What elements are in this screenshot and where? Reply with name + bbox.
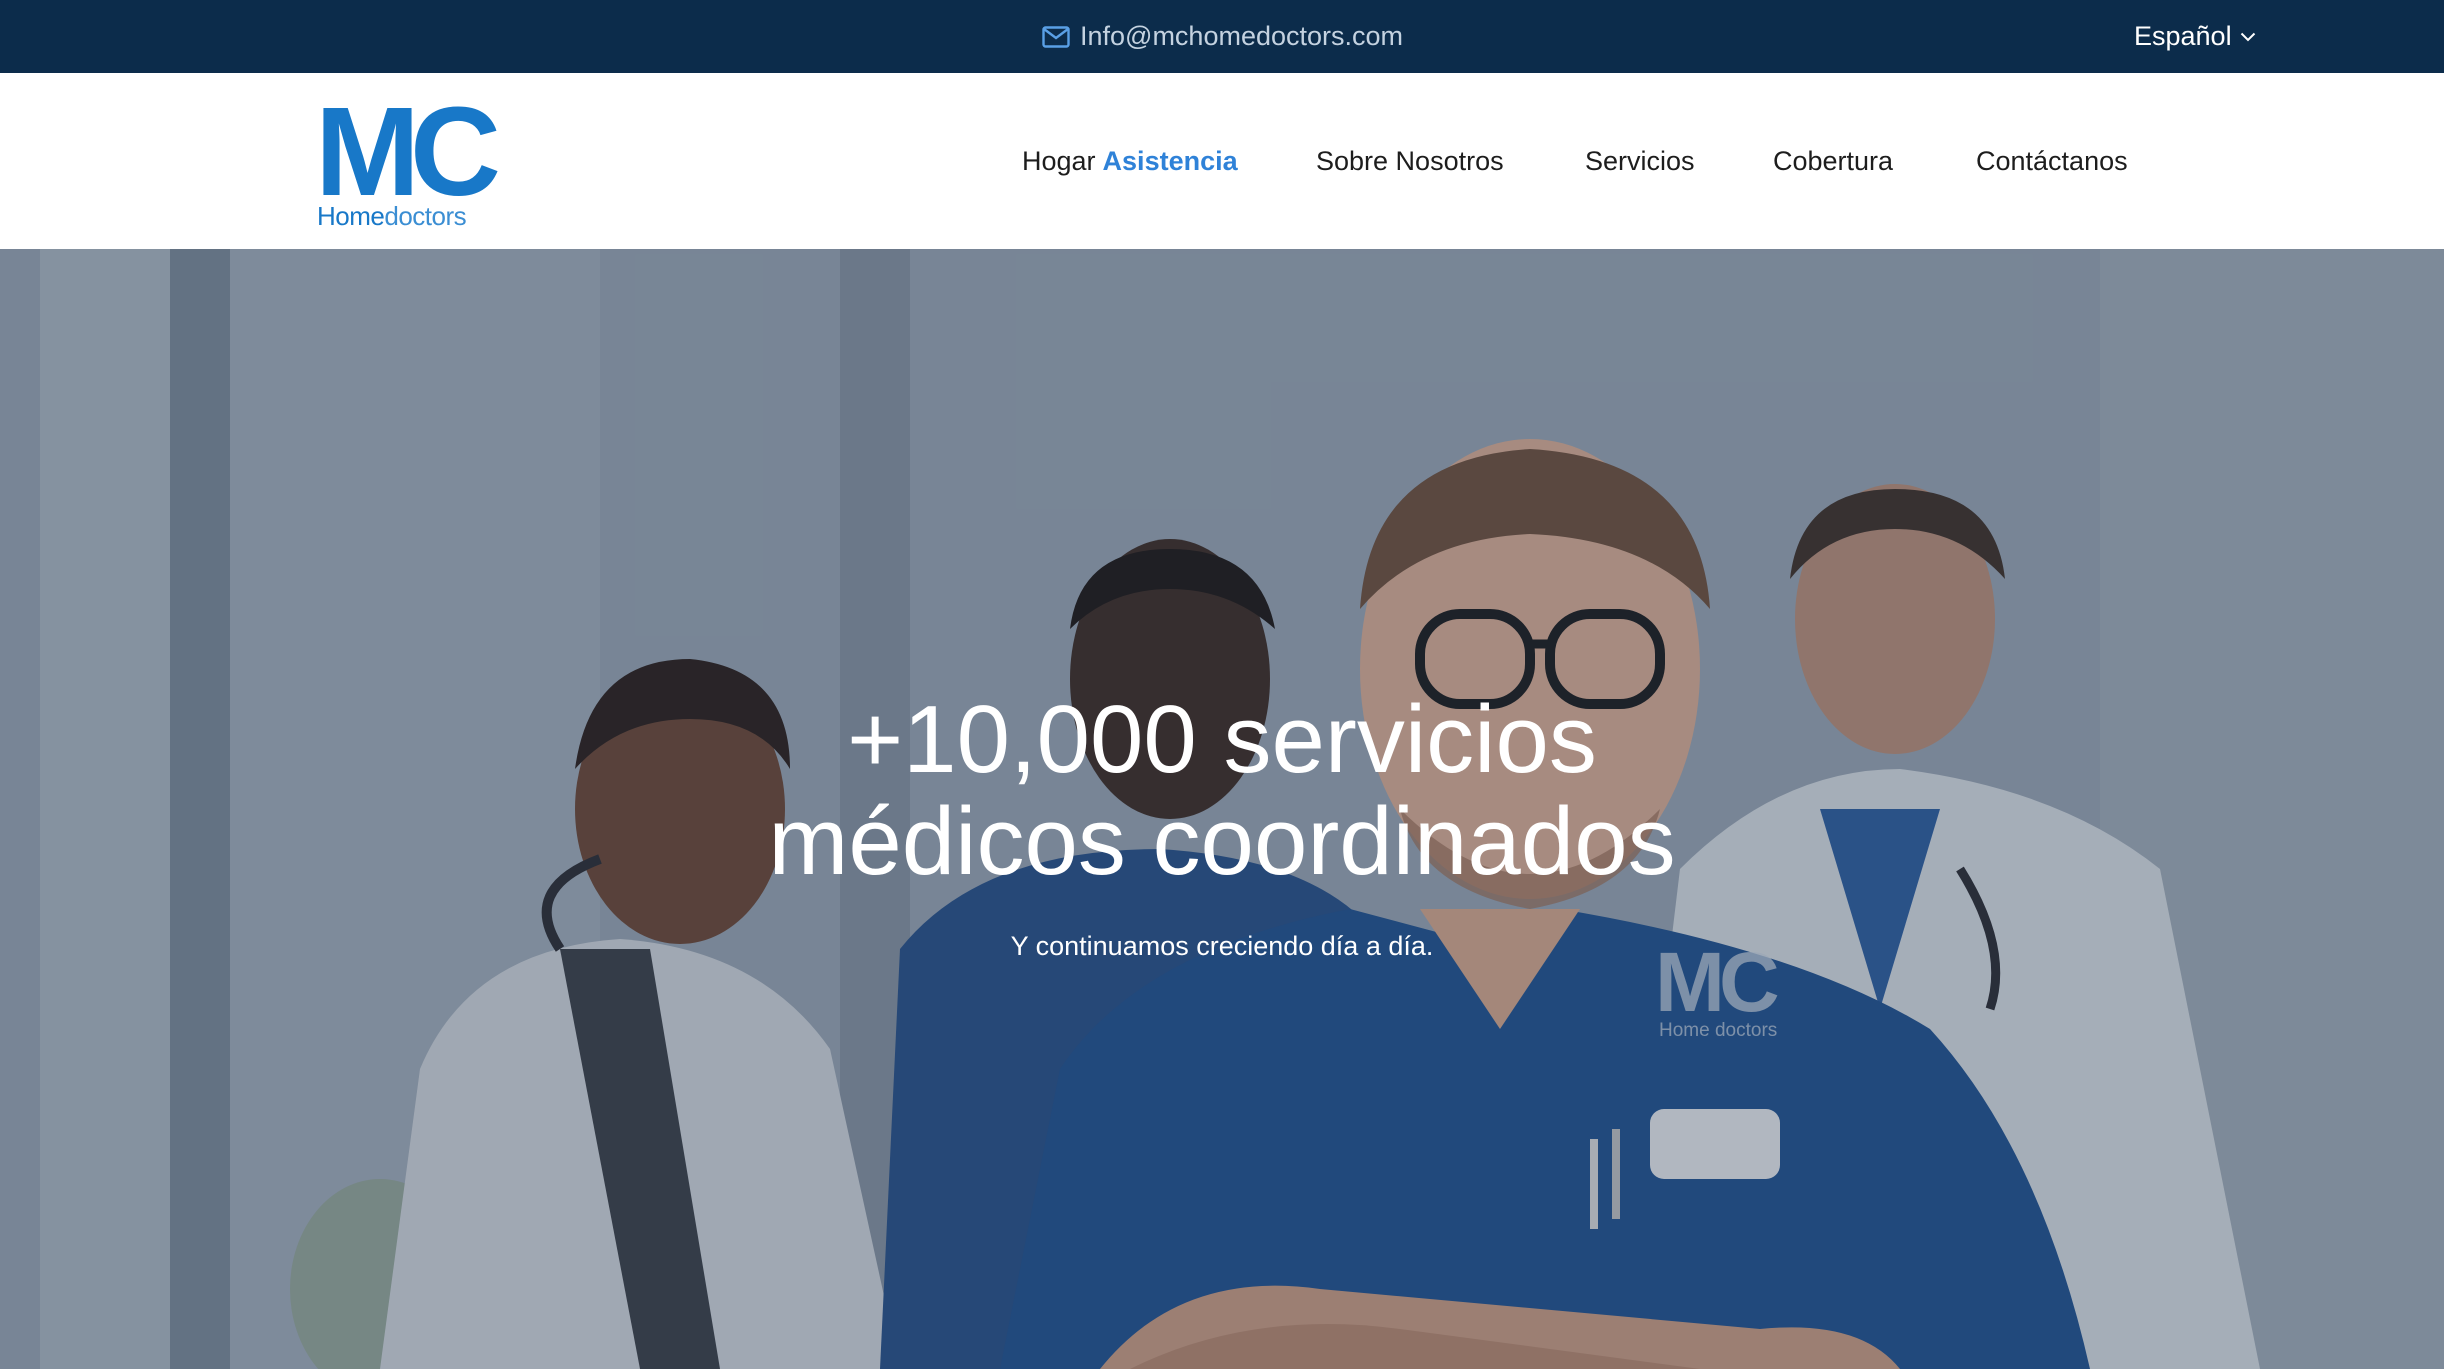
nav-item-contactanos[interactable]: Contáctanos [1976,73,2128,249]
nav-item-label: Servicios [1585,145,1695,176]
hero-banner: MC Home doctors +10,000 servicios médico… [0,249,2444,1369]
language-selector[interactable]: Español [2134,0,2256,73]
language-label: Español [2134,21,2232,51]
hero-title-line-1: +10,000 servicios [847,686,1597,793]
site-header: MC Homedoctors Hogar Asistencia Sobre No… [0,73,2444,249]
nav-item-label: Cobertura [1773,145,1894,176]
nav-item-cobertura[interactable]: Cobertura [1773,73,1893,249]
mail-icon [1042,25,1070,48]
chevron-down-icon [2240,32,2255,41]
hero-subtitle: Y continuamos creciendo día a día. [1010,931,1434,961]
nav-item-servicios[interactable]: Servicios [1585,73,1695,249]
nav-item-sobre-nosotros[interactable]: Sobre Nosotros [1316,73,1504,249]
hero-title: +10,000 servicios médicos coordinados [0,689,2444,893]
contact-email-link[interactable]: Info@mchomedoctors.com [1042,0,1403,73]
nav-item-label: Hogar [1022,145,1096,176]
hero-title-line-2: médicos coordinados [768,788,1676,895]
nav-item-label: Contáctanos [1976,145,2128,176]
nav-item-accent: Asistencia [1102,145,1238,176]
top-info-bar: Info@mchomedoctors.com Español [0,0,2444,73]
nav-item-hogar-asistencia[interactable]: Hogar Asistencia [1022,73,1238,249]
contact-email-text: Info@mchomedoctors.com [1080,21,1404,51]
nav-item-label: Sobre Nosotros [1316,145,1504,176]
main-nav: Hogar Asistencia Sobre Nosotros Servicio… [0,73,2444,249]
